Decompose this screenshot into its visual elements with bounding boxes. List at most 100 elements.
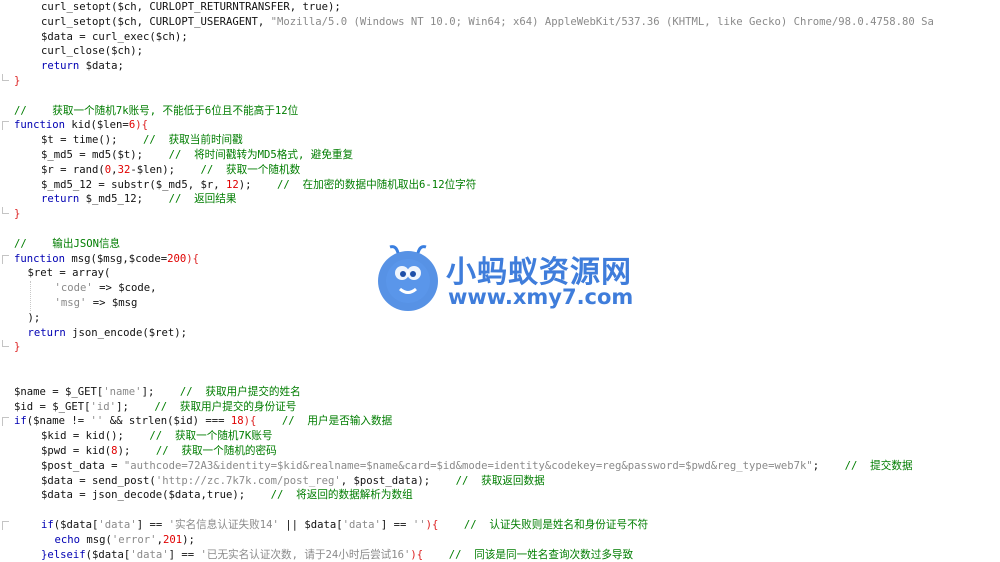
- code-line: $pwd = kid(8); // 获取一个随机的密码: [0, 444, 1000, 459]
- code-token-kw: function: [14, 119, 66, 132]
- code-token-var: $r = rand(: [41, 163, 105, 176]
- code-token-str: 'code': [54, 282, 93, 295]
- code-line: 'msg' => $msg: [0, 296, 1000, 311]
- code-token-str: 'error': [111, 533, 157, 546]
- code-line: $data = send_post('http://zc.7k7k.com/po…: [0, 474, 1000, 489]
- code-line: function kid($len=6){: [0, 118, 1000, 133]
- code-token-com: // 获取用户提交的身份证号: [128, 400, 297, 413]
- code-token-br: }: [14, 341, 21, 354]
- code-token-str: 'data': [342, 519, 381, 531]
- code-token-br: ){: [186, 252, 199, 265]
- code-token-var: ($data[: [53, 519, 99, 531]
- code-token-var: $_md5_12 = substr($_md5, $r,: [41, 178, 226, 191]
- fold-end-marker: [2, 74, 9, 81]
- code-token-var: => $code,: [92, 282, 157, 295]
- code-token-num: 18: [230, 415, 244, 428]
- code-token-str: "Mozilla/5.0 (Windows NT 10.0; Win64; x6…: [270, 15, 934, 28]
- code-token-com: // 用户是否输入数据: [256, 415, 393, 428]
- code-token-br: ){: [425, 519, 439, 531]
- code-token-com: // 同该是同一姓名查询次数过多导致: [423, 548, 634, 561]
- code-token-str: '已无实名认证次数, 请于24小时后尝试16': [200, 548, 411, 561]
- code-token-var: $_md5_12;: [79, 193, 144, 206]
- code-token-br: ){: [410, 548, 424, 561]
- code-token-com: // 获取一个随机的密码: [130, 445, 277, 457]
- fold-start-marker[interactable]: [2, 254, 9, 264]
- code-token-br: ){: [135, 119, 148, 132]
- code-token-com: // 获取一个随机7k账号, 不能低于6位且不能高于12位: [14, 104, 299, 117]
- code-token-var: || $data[: [278, 519, 343, 531]
- code-line: $_md5 = md5($t); // 将时间戳转为MD5格式, 避免重复: [0, 148, 1000, 163]
- code-line: curl_close($ch);: [0, 44, 1000, 59]
- code-token-kw: }elseif: [41, 548, 86, 561]
- code-token-var: curl_close($ch);: [41, 45, 144, 58]
- code-line: // 获取一个随机7k账号, 不能低于6位且不能高于12位: [0, 104, 1000, 119]
- code-line: curl_setopt($ch, CURLOPT_RETURNTRANSFER,…: [0, 0, 1000, 15]
- fold-start-marker[interactable]: [2, 521, 9, 530]
- code-token-com: // 提交数据: [819, 459, 913, 472]
- code-line: $kid = kid(); // 获取一个随机7K账号: [0, 429, 1000, 444]
- code-line: $name = $_GET['name']; // 获取用户提交的姓名: [0, 385, 1000, 400]
- code-line: $_md5_12 = substr($_md5, $r, 12); // 在加密…: [0, 178, 1000, 193]
- code-token-var: $t = time();: [41, 134, 118, 147]
- code-line: if($data['data'] == '实名信息认证失败14' || $dat…: [0, 518, 1000, 533]
- code-token-var: kid($len=: [65, 119, 129, 132]
- code-token-str: 'id': [90, 400, 117, 413]
- code-token-com: // 获取返回数据: [430, 474, 545, 487]
- code-token-str: '实名信息认证失败14': [168, 519, 279, 531]
- code-token-var: curl_setopt($ch, CURLOPT_USERAGENT,: [41, 15, 271, 28]
- code-token-com: // 获取一个随机7K账号: [123, 430, 273, 443]
- code-token-var: => $msg: [86, 297, 138, 309]
- code-line: $data = json_decode($data,true); // 将返回的…: [0, 488, 1000, 503]
- indent-guide: [30, 281, 31, 311]
- code-token-var: msg(: [80, 533, 112, 546]
- code-token-br: ){: [243, 415, 257, 428]
- code-token-var: );: [117, 445, 131, 457]
- code-line: $post_data = "authcode=72A3&identity=$ki…: [0, 459, 1000, 474]
- code-token-var: ] ==: [136, 519, 169, 531]
- code-token-var: );: [27, 311, 41, 324]
- code-token-br: }: [14, 75, 21, 87]
- fold-start-marker[interactable]: [2, 417, 9, 427]
- code-line: }: [0, 74, 1000, 89]
- code-token-com: // 在加密的数据中随机取出6-12位字符: [251, 178, 477, 191]
- code-line: return $data;: [0, 59, 1000, 74]
- code-token-kw: return: [41, 193, 80, 206]
- code-token-com: // 将时间戳转为MD5格式, 避免重复: [143, 149, 354, 161]
- code-token-var: $_md5 = md5($t);: [41, 149, 144, 161]
- code-editor[interactable]: curl_setopt($ch, CURLOPT_RETURNTRANSFER,…: [0, 0, 1000, 562]
- code-token-var: $data = json_decode($data,true);: [41, 489, 246, 502]
- code-line: if($name != '' && strlen($id) === 18){ /…: [0, 414, 1000, 429]
- code-token-kw: return: [41, 60, 80, 73]
- code-token-var: $data;: [79, 60, 124, 73]
- code-token-com: // 获取当前时间戳: [117, 134, 243, 147]
- code-token-num: 12: [225, 178, 239, 191]
- code-token-var: $name = $_GET[: [14, 385, 104, 398]
- code-token-str: 'data': [98, 519, 137, 531]
- code-token-var: $id = $_GET[: [14, 400, 91, 413]
- code-token-com: // 获取一个随机数: [174, 163, 301, 176]
- code-token-kw: echo: [54, 533, 81, 546]
- code-line: $data = curl_exec($ch);: [0, 30, 1000, 45]
- code-token-str: 'data': [130, 548, 169, 561]
- code-token-var: $pwd = kid(: [41, 445, 112, 457]
- code-token-var: $post_data =: [41, 459, 124, 472]
- code-token-var: ];: [141, 385, 155, 398]
- fold-end-marker: [2, 207, 9, 215]
- code-line: $ret = array(: [0, 266, 1000, 281]
- code-token-var: );: [238, 178, 252, 191]
- code-line: curl_setopt($ch, CURLOPT_USERAGENT, "Moz…: [0, 15, 1000, 30]
- code-token-var: $data = curl_exec($ch);: [41, 30, 188, 43]
- code-token-var: );: [182, 533, 195, 546]
- code-token-var: ] ==: [168, 548, 201, 561]
- code-token-kw: if: [14, 415, 27, 428]
- code-token-str: "authcode=72A3&identity=$kid&realname=$n…: [123, 459, 813, 472]
- code-token-str: 'http://zc.7k7k.com/post_reg': [155, 474, 341, 487]
- fold-start-marker[interactable]: [2, 121, 9, 131]
- code-token-com: // 输出JSON信息: [14, 237, 121, 250]
- code-token-var: && strlen($id) ===: [103, 415, 231, 428]
- code-line: }elseif($data['data'] == '已无实名认证次数, 请于24…: [0, 548, 1000, 562]
